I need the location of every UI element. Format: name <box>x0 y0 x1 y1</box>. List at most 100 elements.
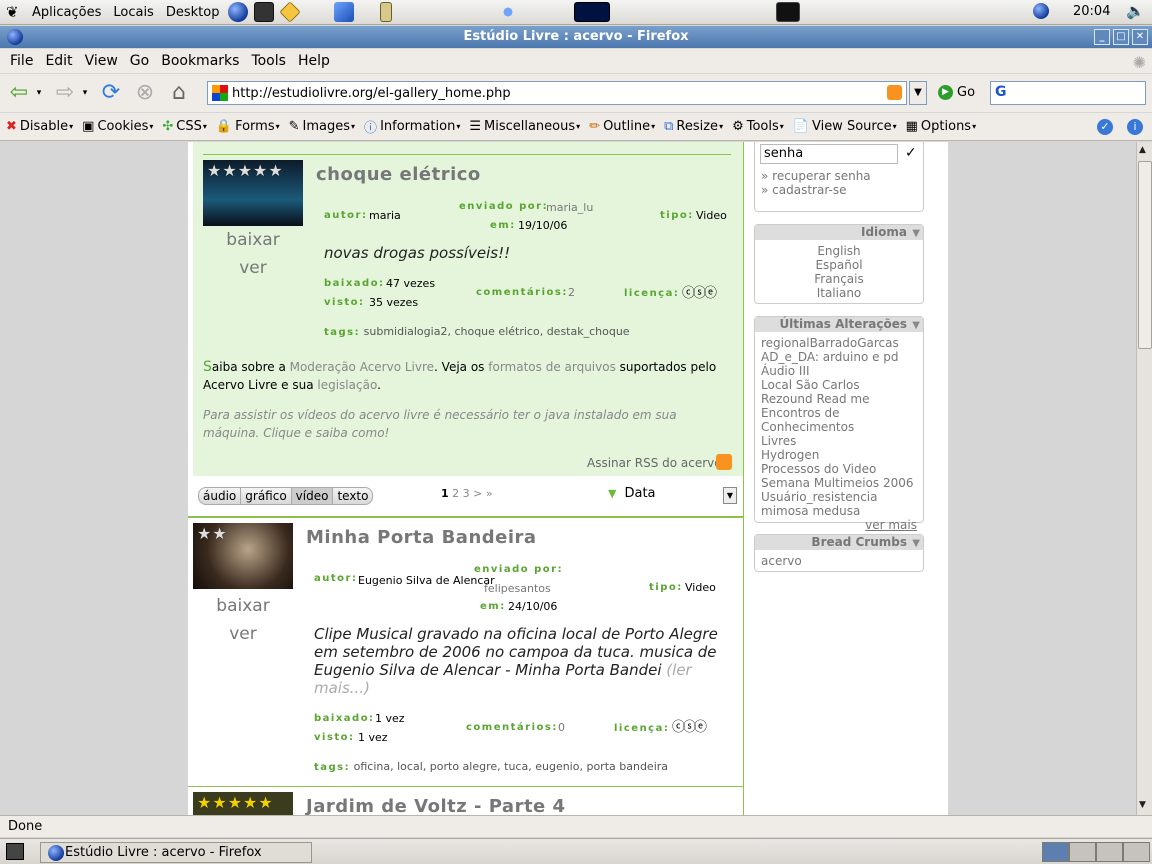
item-thumbnail[interactable]: ★★★★★ <box>203 160 303 226</box>
window-menu-icon[interactable] <box>7 29 23 45</box>
scroll-up-arrow[interactable]: ▲ <box>1139 145 1146 155</box>
license-icons[interactable]: ⓒⓢⓔ <box>672 716 707 735</box>
page-links[interactable]: 2 3 > » <box>452 487 492 500</box>
recent-change-link[interactable]: Encontros de Conhecimentos Livres <box>755 406 885 448</box>
rss-icon[interactable] <box>716 454 732 470</box>
item-title[interactable]: Jardim de Voltz - Parte 4 <box>306 796 566 815</box>
recent-change-link[interactable]: mimosa medusa <box>755 504 923 518</box>
screen-applet-icon[interactable] <box>776 2 801 22</box>
back-dropdown-icon[interactable]: ▾ <box>34 80 44 106</box>
validation-check-icon[interactable]: ✓ <box>1097 119 1113 135</box>
sent-by-value[interactable]: felipesantos <box>484 582 551 595</box>
see-more-link[interactable]: ver mais <box>755 518 923 532</box>
clock[interactable]: 20:04 <box>1073 4 1110 19</box>
package-launcher-icon[interactable] <box>334 2 355 22</box>
reload-button[interactable]: ⟳ <box>98 80 124 106</box>
network-applet-icon[interactable] <box>498 2 519 22</box>
java-notice[interactable]: Para assistir os vídeos do acervo livre … <box>203 406 733 442</box>
breadcrumb-link[interactable]: acervo <box>755 554 923 568</box>
dev-resize-menu[interactable]: ⧉ Resize ▾ <box>664 119 723 134</box>
menu-help[interactable]: Help <box>292 53 336 69</box>
formats-link[interactable]: formatos de arquivos <box>488 360 616 374</box>
menu-bookmarks[interactable]: Bookmarks <box>155 53 245 69</box>
recent-change-link[interactable]: AD_e_DA: arduino e pd <box>755 350 923 364</box>
dev-forms-menu[interactable]: 🔒 Forms ▾ <box>216 119 280 134</box>
web-browser-launcher-icon[interactable] <box>228 2 249 22</box>
dev-images-menu[interactable]: ✎ Images ▾ <box>289 119 355 134</box>
sort-select[interactable]: ▼ Data ▼ <box>608 486 737 504</box>
tag-link[interactable]: eugenio <box>535 760 579 773</box>
recent-change-link[interactable]: Usuário_resistencia <box>755 490 923 504</box>
view-link[interactable]: ver <box>203 258 303 278</box>
login-submit-icon[interactable]: ✓ <box>905 145 917 161</box>
item-title[interactable]: choque elétrico <box>316 164 481 185</box>
sort-dropdown-arrow[interactable]: ▼ <box>723 487 737 504</box>
tag-link[interactable]: porto alegre <box>430 760 497 773</box>
search-input[interactable]: G <box>990 81 1146 105</box>
tab-graphic[interactable]: gráfico <box>241 488 292 504</box>
menu-tools[interactable]: Tools <box>245 53 292 69</box>
item-title[interactable]: Minha Porta Bandeira <box>306 527 537 548</box>
workspace-1[interactable] <box>1042 842 1069 862</box>
scrollbar-thumb[interactable] <box>1138 161 1152 349</box>
help-launcher-icon[interactable] <box>279 1 302 23</box>
desktop-menu[interactable]: Desktop <box>160 5 226 20</box>
tag-link[interactable]: porta bandeira <box>586 760 668 773</box>
breadcrumbs-header[interactable]: Bread Crumbs ▼ <box>755 535 923 550</box>
recent-change-link[interactable]: Semana Multimeios 2006 <box>755 476 923 490</box>
url-history-dropdown[interactable]: ▼ <box>909 81 927 105</box>
volume-icon[interactable]: 🔈 <box>1126 2 1145 20</box>
download-link[interactable]: baixar <box>193 596 293 616</box>
dev-css-menu[interactable]: ✣ CSS ▾ <box>162 119 207 134</box>
home-button[interactable]: ⌂ <box>166 80 192 106</box>
stop-button[interactable]: ⊗ <box>132 80 158 106</box>
dev-options-menu[interactable]: ▦ Options ▾ <box>906 119 976 134</box>
workspace-4[interactable] <box>1123 842 1150 862</box>
recover-password-link[interactable]: » recuperar senha <box>755 169 871 183</box>
moderation-link[interactable]: Moderação Acervo Livre <box>290 360 434 374</box>
item-thumbnail[interactable]: ★★★★★ <box>193 792 293 815</box>
recent-change-link[interactable]: Áudio III <box>755 364 923 378</box>
menu-file[interactable]: File <box>4 53 39 69</box>
recent-change-link[interactable]: Hydrogen <box>755 448 923 462</box>
language-box-header[interactable]: Idioma ▼ <box>755 225 923 240</box>
url-bar[interactable]: http://estudiolivre.org/el-gallery_home.… <box>207 81 907 105</box>
rss-subscribe-link[interactable]: Assinar RSS do acervo <box>587 456 722 470</box>
language-french[interactable]: Français <box>755 272 923 286</box>
dev-view-source-menu[interactable]: 📄 View Source ▾ <box>793 119 897 134</box>
comments-value[interactable]: 0 <box>558 721 565 734</box>
go-button[interactable]: ▶ Go <box>938 85 975 100</box>
system-monitor-applet-icon[interactable] <box>574 2 611 22</box>
terminal-launcher-icon[interactable] <box>254 2 275 22</box>
tray-globe-icon[interactable] <box>1033 3 1049 19</box>
dev-information-menu[interactable]: ⓘ Information ▾ <box>364 117 460 136</box>
vertical-scrollbar[interactable]: ▲ ▼ <box>1136 142 1152 815</box>
scroll-down-arrow[interactable]: ▼ <box>1139 800 1146 810</box>
password-field[interactable]: senha <box>760 144 898 164</box>
rating-stars[interactable]: ★★ <box>197 524 228 543</box>
rss-feed-icon[interactable] <box>887 85 902 100</box>
tag-link[interactable]: tuca <box>504 760 528 773</box>
workspace-3[interactable] <box>1096 842 1123 862</box>
language-spanish[interactable]: Español <box>755 258 923 272</box>
language-italian[interactable]: Italiano <box>755 286 923 300</box>
gnome-foot-icon[interactable]: ❦ <box>6 4 22 20</box>
tag-link[interactable]: submidialogia2 <box>364 325 448 338</box>
tab-text[interactable]: texto <box>333 488 372 504</box>
rating-stars[interactable]: ★★★★★ <box>197 793 274 812</box>
close-button[interactable]: ✕ <box>1132 29 1148 45</box>
minimize-button[interactable]: _ <box>1094 29 1110 45</box>
menu-go[interactable]: Go <box>124 53 155 69</box>
tag-link[interactable]: local <box>397 760 423 773</box>
menu-edit[interactable]: Edit <box>39 53 78 69</box>
license-icons[interactable]: ⓒⓢⓔ <box>682 282 717 301</box>
tag-link[interactable]: oficina <box>354 760 390 773</box>
back-button[interactable]: ⇦ <box>6 80 32 106</box>
sort-direction-icon[interactable]: ▼ <box>608 487 616 500</box>
language-english[interactable]: English <box>755 244 923 258</box>
dev-cookies-menu[interactable]: ▣ Cookies ▾ <box>82 119 153 134</box>
tab-audio[interactable]: áudio <box>199 488 242 504</box>
window-titlebar[interactable]: Estúdio Livre : acervo - Firefox _ □ ✕ <box>0 26 1152 48</box>
workspace-2[interactable] <box>1069 842 1096 862</box>
recent-change-link[interactable]: regionalBarradoGarcas <box>755 336 923 350</box>
